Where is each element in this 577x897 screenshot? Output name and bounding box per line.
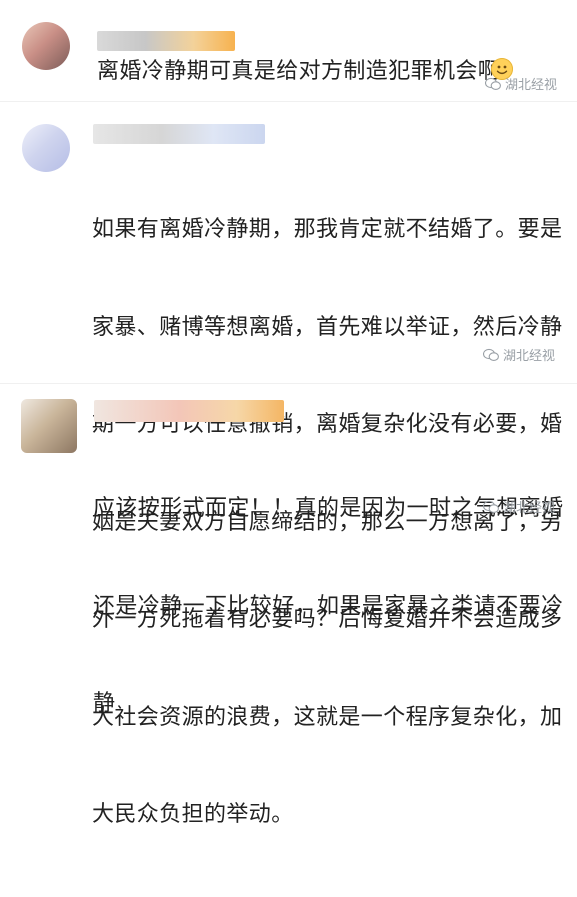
avatar[interactable] [22,124,70,172]
watermark: 湖北经视 [485,74,557,93]
comment-line: 还是冷静一下比较好，如果是家暴之类请不要冷 [93,593,564,619]
comment-line: 家暴、赌博等想离婚，首先难以举证，然后冷静 [92,314,563,340]
avatar[interactable] [21,399,77,453]
comment-line: 静 [93,691,116,716]
username-redacted[interactable] [93,124,265,144]
comment-2: 如果有离婚冷静期，那我肯定就不结婚了。要是 家暴、赌博等想离婚，首先难以举证，然… [0,104,577,827]
watermark: 湖北经视 [483,497,555,516]
wechat-icon [485,77,501,90]
watermark: 湖北经视 [483,345,555,364]
comment-text: 离婚冷静期可真是给对方制造犯罪机会啊 [97,59,501,84]
wechat-icon [483,348,499,361]
comment-line: 如果有离婚冷静期，那我肯定就不结婚了。要是 [92,217,563,242]
username-redacted[interactable] [97,31,235,51]
wechat-icon [483,500,499,513]
divider [0,101,577,102]
comment-3: 应该按形式而定！！真的是因为一时之气想离婚 还是冷静一下比较好，如果是家暴之类请… [0,387,577,716]
comment-text: 应该按形式而定！！真的是因为一时之气想离婚 还是冷静一下比较好，如果是家暴之类请… [93,428,563,786]
divider [0,383,577,384]
username-redacted[interactable] [94,400,284,422]
comment-line: 大民众负担的举动。 [92,802,294,827]
watermark-text: 湖北经视 [503,349,556,364]
watermark-text: 湖北经视 [505,78,558,93]
watermark-text: 湖北经视 [503,501,556,516]
comment-1: 离婚冷静期可真是给对方制造犯罪机会啊 湖北经视 [0,0,577,100]
avatar[interactable] [22,22,70,70]
